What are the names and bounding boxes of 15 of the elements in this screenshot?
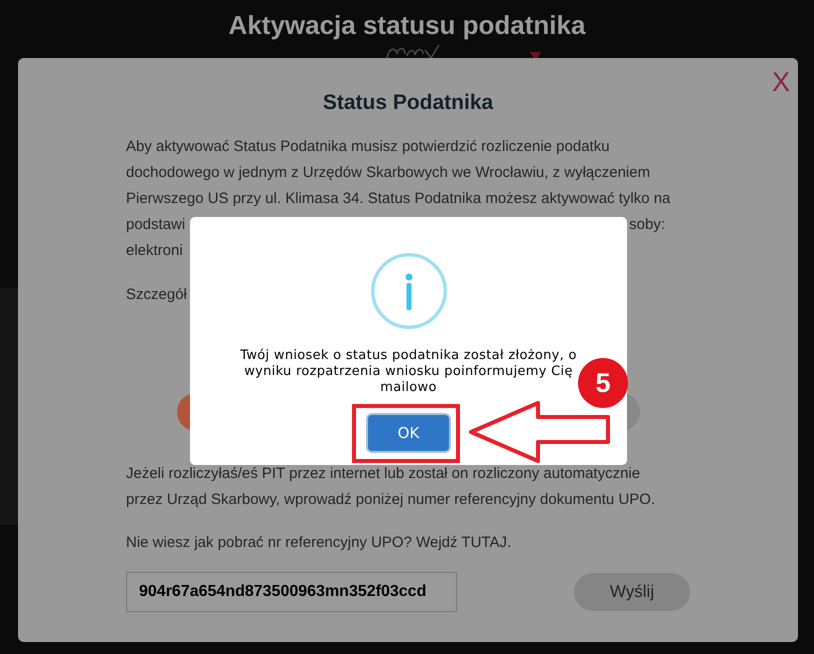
- modal-title: Status Podatnika: [322, 90, 494, 116]
- send-button[interactable]: Wyślij: [574, 573, 690, 611]
- upo-info-paragraph: Jeżeli rozliczyłaś/eś PIT przez internet lub został on rozliczony automatycznie przez Urząd Skarbowy, wprowadź poniżej numer referencyjny dokumentu UPO.: [126, 464, 656, 510]
- text-fragment: podstawi: [126, 215, 186, 235]
- upo-help-text: Nie wiesz jak pobrać nr referencyjny UPO? Wejdź TUTAJ.: [126, 533, 512, 553]
- ok-button[interactable]: OK: [368, 415, 449, 451]
- page-title: Aktywacja statusu podatnika: [228, 9, 586, 42]
- reference-number-field[interactable]: 904r67a654nd873500963mn352f03ccd: [126, 572, 457, 612]
- text-fragment: soby:: [629, 215, 665, 235]
- close-button[interactable]: X: [772, 68, 790, 96]
- info-icon: [370, 253, 446, 329]
- alert-message: Twój wniosek o status podatnika został złożony, o wyniku rozpatrzenia wniosku poinformujemy Cię mailowo: [239, 348, 578, 396]
- details-text: Szczegół: [126, 285, 187, 305]
- logo-icon[interactable]: [385, 44, 441, 58]
- text-fragment: elektroni: [126, 241, 183, 261]
